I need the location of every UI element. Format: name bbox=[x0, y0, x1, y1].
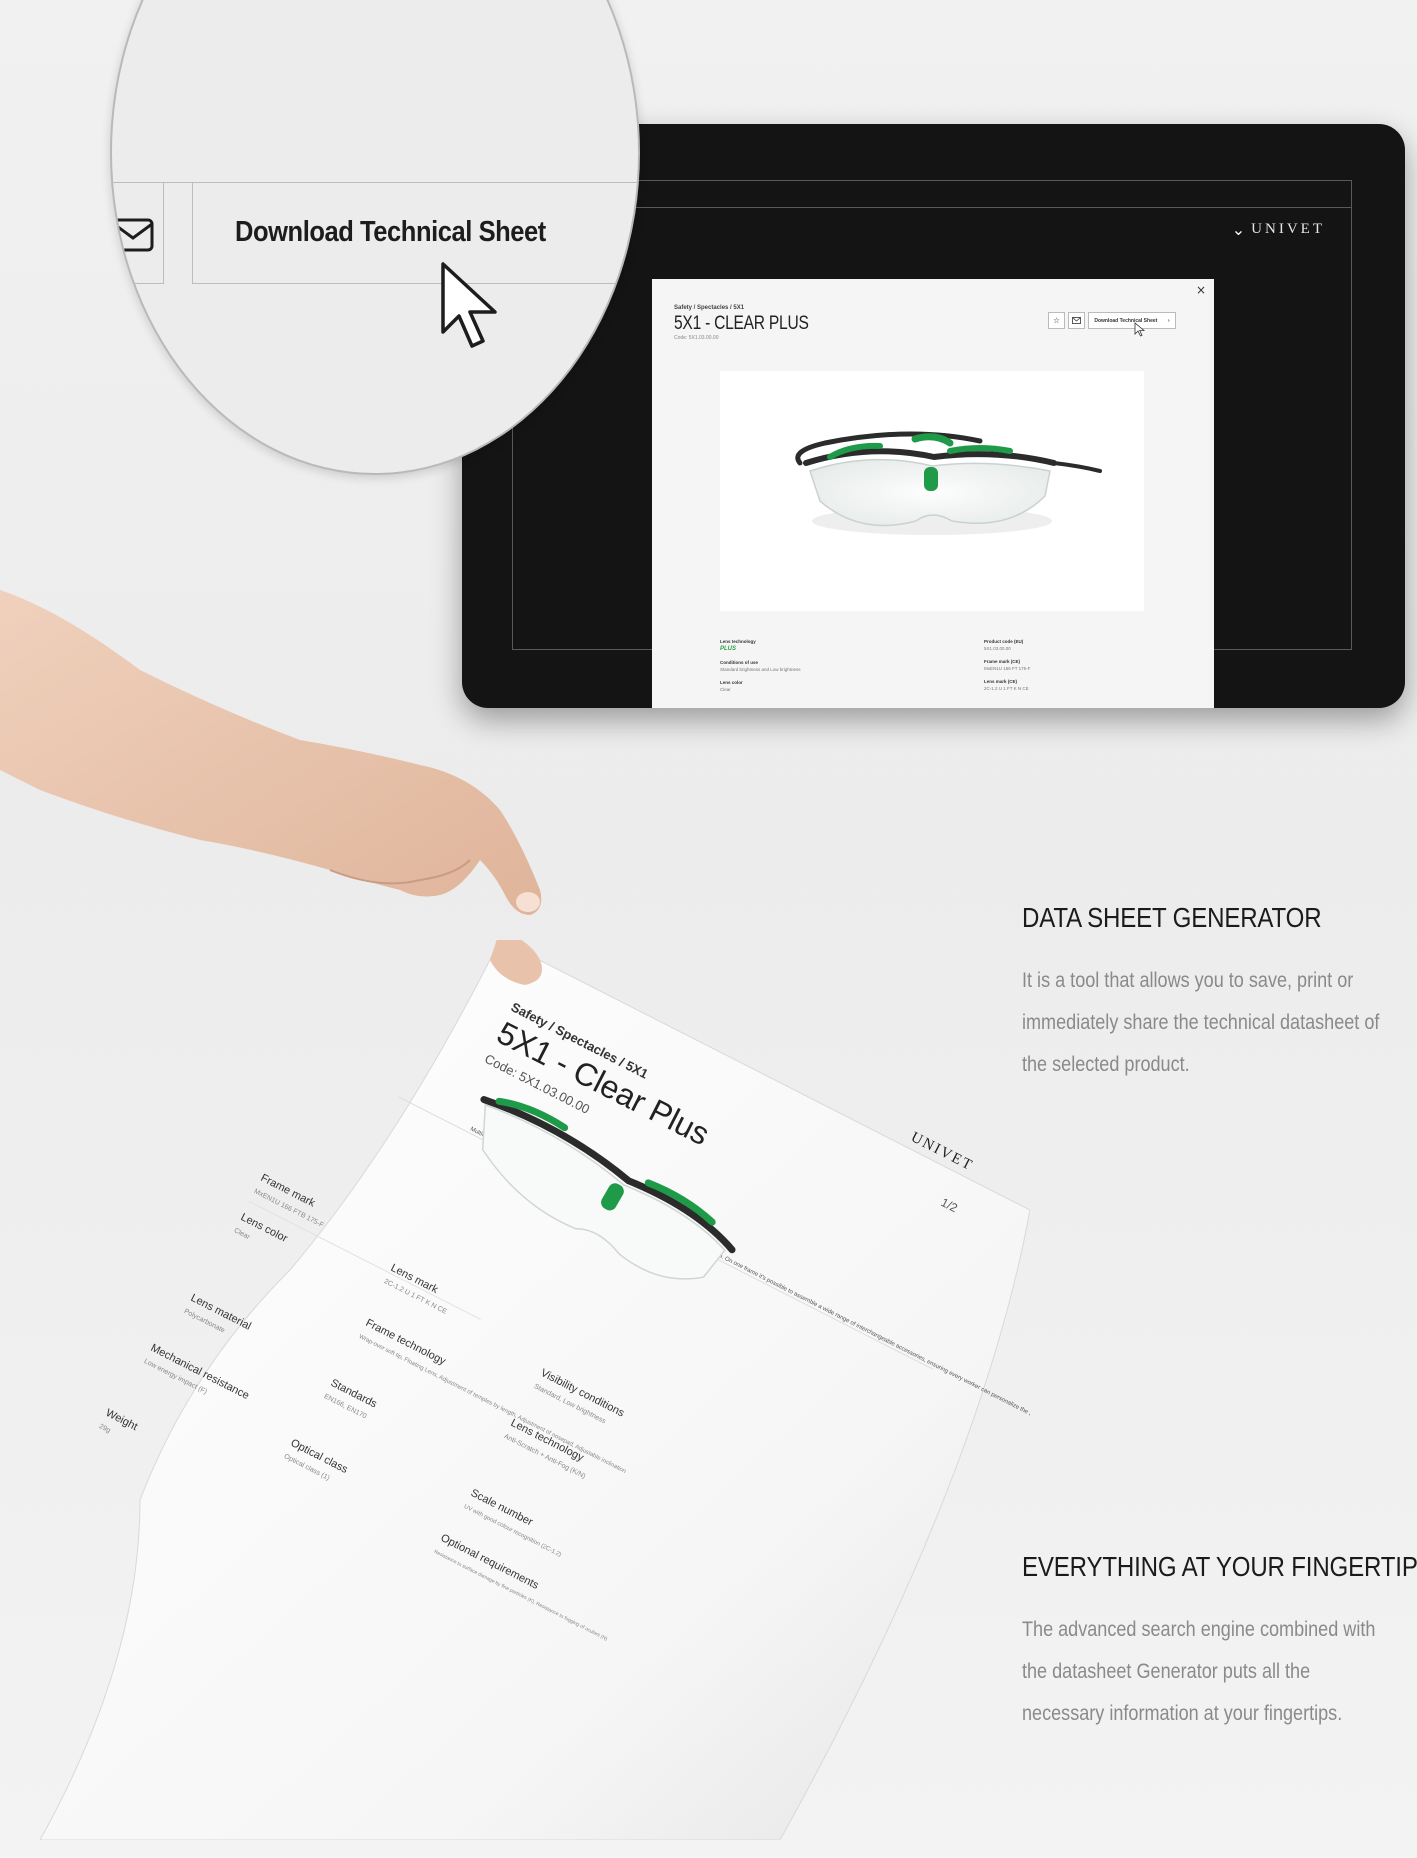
download-technical-sheet-button[interactable]: Download Technical Sheet › bbox=[1088, 312, 1176, 329]
star-icon: ☆ bbox=[1052, 316, 1061, 325]
product-title: 5X1 - CLEAR PLUS bbox=[674, 313, 809, 334]
cursor-icon bbox=[441, 262, 497, 348]
download-label: Download Technical Sheet bbox=[1094, 317, 1158, 324]
feature-title: DATA SHEET GENERATOR bbox=[1022, 902, 1322, 933]
spec-value: 2C-1.2 U 1 FT K N CE bbox=[984, 686, 1029, 691]
spec-label: Frame mark (CE) bbox=[984, 659, 1021, 664]
spec-value: MxEN1U 166 FT 175-F bbox=[984, 666, 1031, 671]
sheet-field-value: 29g bbox=[98, 1423, 112, 1435]
product-image bbox=[720, 371, 1144, 611]
modal-actions: ☆ Download Technical Sheet › bbox=[1048, 312, 1176, 329]
tablet-brand-name: UNIVET bbox=[1251, 221, 1325, 237]
chevron-right-icon: › bbox=[1167, 317, 1170, 324]
tablet-header-divider bbox=[513, 207, 1351, 208]
spec-value: 5X1.03.00.00 bbox=[984, 646, 1011, 651]
datasheet-page: Safety / Spectacles / 5X1 5X1 - Clear Pl… bbox=[39, 930, 1327, 1841]
product-code: Code: 5X1.03.00.00 bbox=[674, 335, 719, 341]
spec-label: Lens technology bbox=[720, 639, 756, 644]
feature-everything-at-fingertip: EVERYTHING AT YOUR FINGERTIP The advance… bbox=[1022, 1551, 1417, 1735]
spec-value: Standard brightness and Low brightness bbox=[720, 667, 801, 672]
tablet-brand-logo: ⌄ UNIVET bbox=[1232, 220, 1325, 239]
spec-label: Lens color bbox=[720, 680, 743, 685]
plus-technology-logo: PLUS bbox=[720, 646, 737, 652]
magnified-download-label: Download Technical Sheet bbox=[235, 216, 546, 248]
feature-title: EVERYTHING AT YOUR FINGERTIP bbox=[1022, 1551, 1417, 1582]
breadcrumb[interactable]: Safety / Spectacles / 5X1 bbox=[674, 305, 744, 311]
spec-column-right: Product code (EU) 5X1.03.00.00 Frame mar… bbox=[984, 639, 1164, 699]
favorite-button[interactable]: ☆ bbox=[1048, 312, 1065, 329]
mail-icon bbox=[1072, 317, 1081, 324]
feature-body: The advanced search engine combined with… bbox=[1022, 1618, 1376, 1725]
feature-data-sheet-generator: DATA SHEET GENERATOR It is a tool that a… bbox=[1022, 902, 1402, 1086]
cursor-icon bbox=[1134, 322, 1146, 337]
printed-datasheet: Safety / Spectacles / 5X1 5X1 - Clear Pl… bbox=[20, 930, 1327, 1841]
mail-icon bbox=[112, 218, 154, 252]
glasses-image bbox=[795, 431, 1102, 535]
spec-label: Conditions of use bbox=[720, 660, 758, 665]
spec-label: Lens mark (CE) bbox=[984, 679, 1018, 684]
product-modal: × Safety / Spectacles / 5X1 5X1 - CLEAR … bbox=[652, 279, 1214, 708]
spec-column-left: Lens technology PLUS Conditions of use S… bbox=[720, 639, 900, 700]
feature-body: It is a tool that allows you to save, pr… bbox=[1022, 969, 1380, 1076]
spec-label: Product code (EU) bbox=[984, 639, 1024, 644]
spec-value: Clear bbox=[720, 687, 731, 692]
sheet-field-value: Clear bbox=[233, 1227, 252, 1241]
close-icon[interactable]: × bbox=[1196, 283, 1206, 297]
email-button[interactable] bbox=[1068, 312, 1085, 329]
univet-logo-icon: ⌄ bbox=[1231, 220, 1249, 239]
